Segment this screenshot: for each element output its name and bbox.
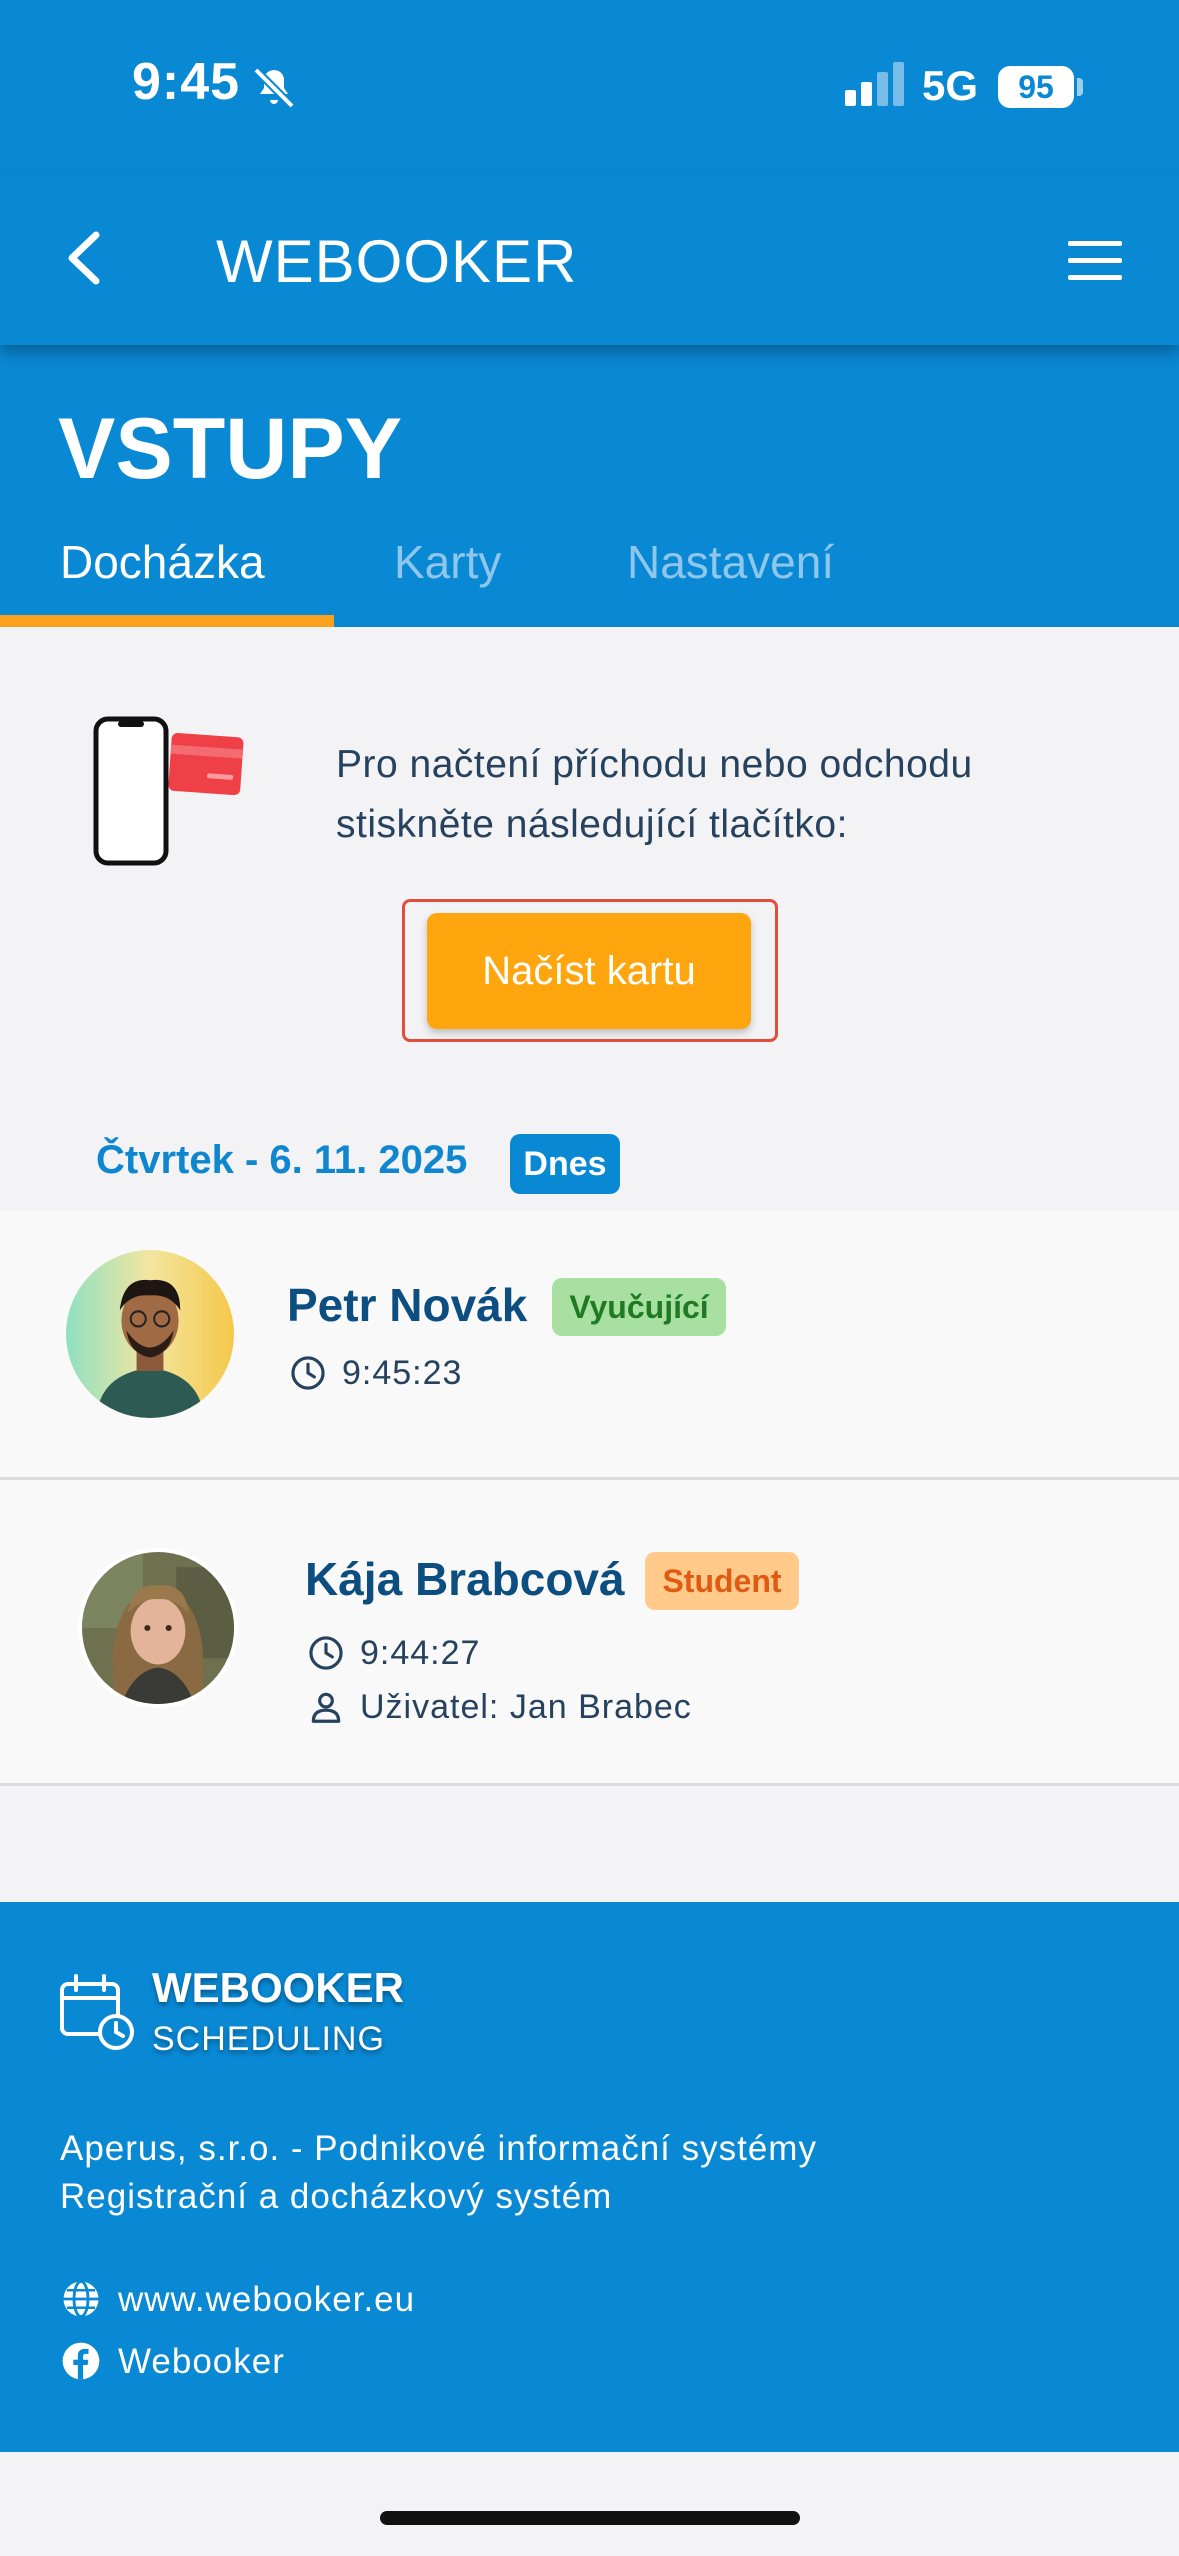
person-name: Petr Novák (287, 1279, 528, 1331)
phone-card-icon (93, 716, 244, 866)
tab-settings[interactable]: Nastavení (627, 535, 834, 589)
website-link[interactable]: www.webooker.eu (118, 2280, 415, 2320)
status-time: 9:45 (132, 53, 241, 111)
instruction-line-1: Pro načtení příchodu nebo odchodu (336, 743, 973, 786)
home-indicator (380, 2511, 800, 2525)
globe-icon (63, 2280, 99, 2318)
list-item[interactable]: Petr Novák Vyučující 9:45:23 (0, 1210, 1179, 1480)
active-tab-indicator (0, 615, 334, 627)
app-bar: WEBOOKER (0, 175, 1179, 345)
page-title: VSTUPY (58, 401, 403, 497)
entry-time: 9:44:27 (360, 1634, 481, 1672)
today-badge: Dnes (510, 1134, 620, 1194)
facebook-icon (62, 2342, 100, 2380)
clock-icon (309, 1636, 343, 1670)
app-title: WEBOOKER (216, 228, 578, 295)
instruction-line-2: stiskněte následující tlačítko: (336, 803, 848, 846)
footer-brand-sub: SCHEDULING (152, 2020, 385, 2058)
date-label: Čtvrtek - 6. 11. 2025 (96, 1138, 468, 1182)
hamburger-menu-icon[interactable] (1064, 237, 1126, 285)
role-badge-student: Student (645, 1552, 799, 1610)
status-bar: 9:45 5G 95 (0, 0, 1179, 175)
avatar (78, 1548, 238, 1708)
person-name: Kája Brabcová (305, 1553, 625, 1605)
bell-muted-icon (253, 67, 295, 109)
card-reader-panel: Pro načtení příchodu nebo odchodu stiskn… (0, 627, 1179, 1207)
tab-cards[interactable]: Karty (394, 535, 501, 589)
facebook-link[interactable]: Webooker (118, 2342, 285, 2382)
entry-time: 9:45:23 (342, 1354, 463, 1392)
battery-icon: 95 (998, 66, 1074, 108)
signal-icon (845, 62, 904, 106)
user-icon (311, 1692, 341, 1723)
entry-user: Uživatel: Jan Brabec (360, 1688, 692, 1726)
battery-tip (1077, 78, 1083, 96)
footer-product: Registrační a docházkový systém (60, 2177, 613, 2216)
footer-brand: WEBOOKER (152, 1964, 404, 2011)
reader-instructions: Pro načtení příchodu nebo odchodu stiskn… (336, 735, 1116, 855)
clock-icon (291, 1356, 325, 1390)
tab-attendance[interactable]: Docházka (60, 535, 265, 589)
avatar (66, 1250, 234, 1418)
footer: WEBOOKER SCHEDULING Aperus, s.r.o. - Pod… (0, 1902, 1179, 2452)
page-header: VSTUPY Docházka Karty Nastavení (0, 345, 1179, 627)
calendar-clock-icon (60, 1974, 134, 2050)
back-icon[interactable] (50, 223, 120, 293)
footer-company: Aperus, s.r.o. - Podnikové informační sy… (60, 2129, 817, 2168)
network-type: 5G (922, 62, 979, 109)
read-card-button[interactable]: Načíst kartu (427, 913, 751, 1029)
role-badge-teacher: Vyučující (552, 1278, 726, 1336)
list-item[interactable]: Kája Brabcová Student 9:44:27 Uživatel: … (0, 1480, 1179, 1786)
